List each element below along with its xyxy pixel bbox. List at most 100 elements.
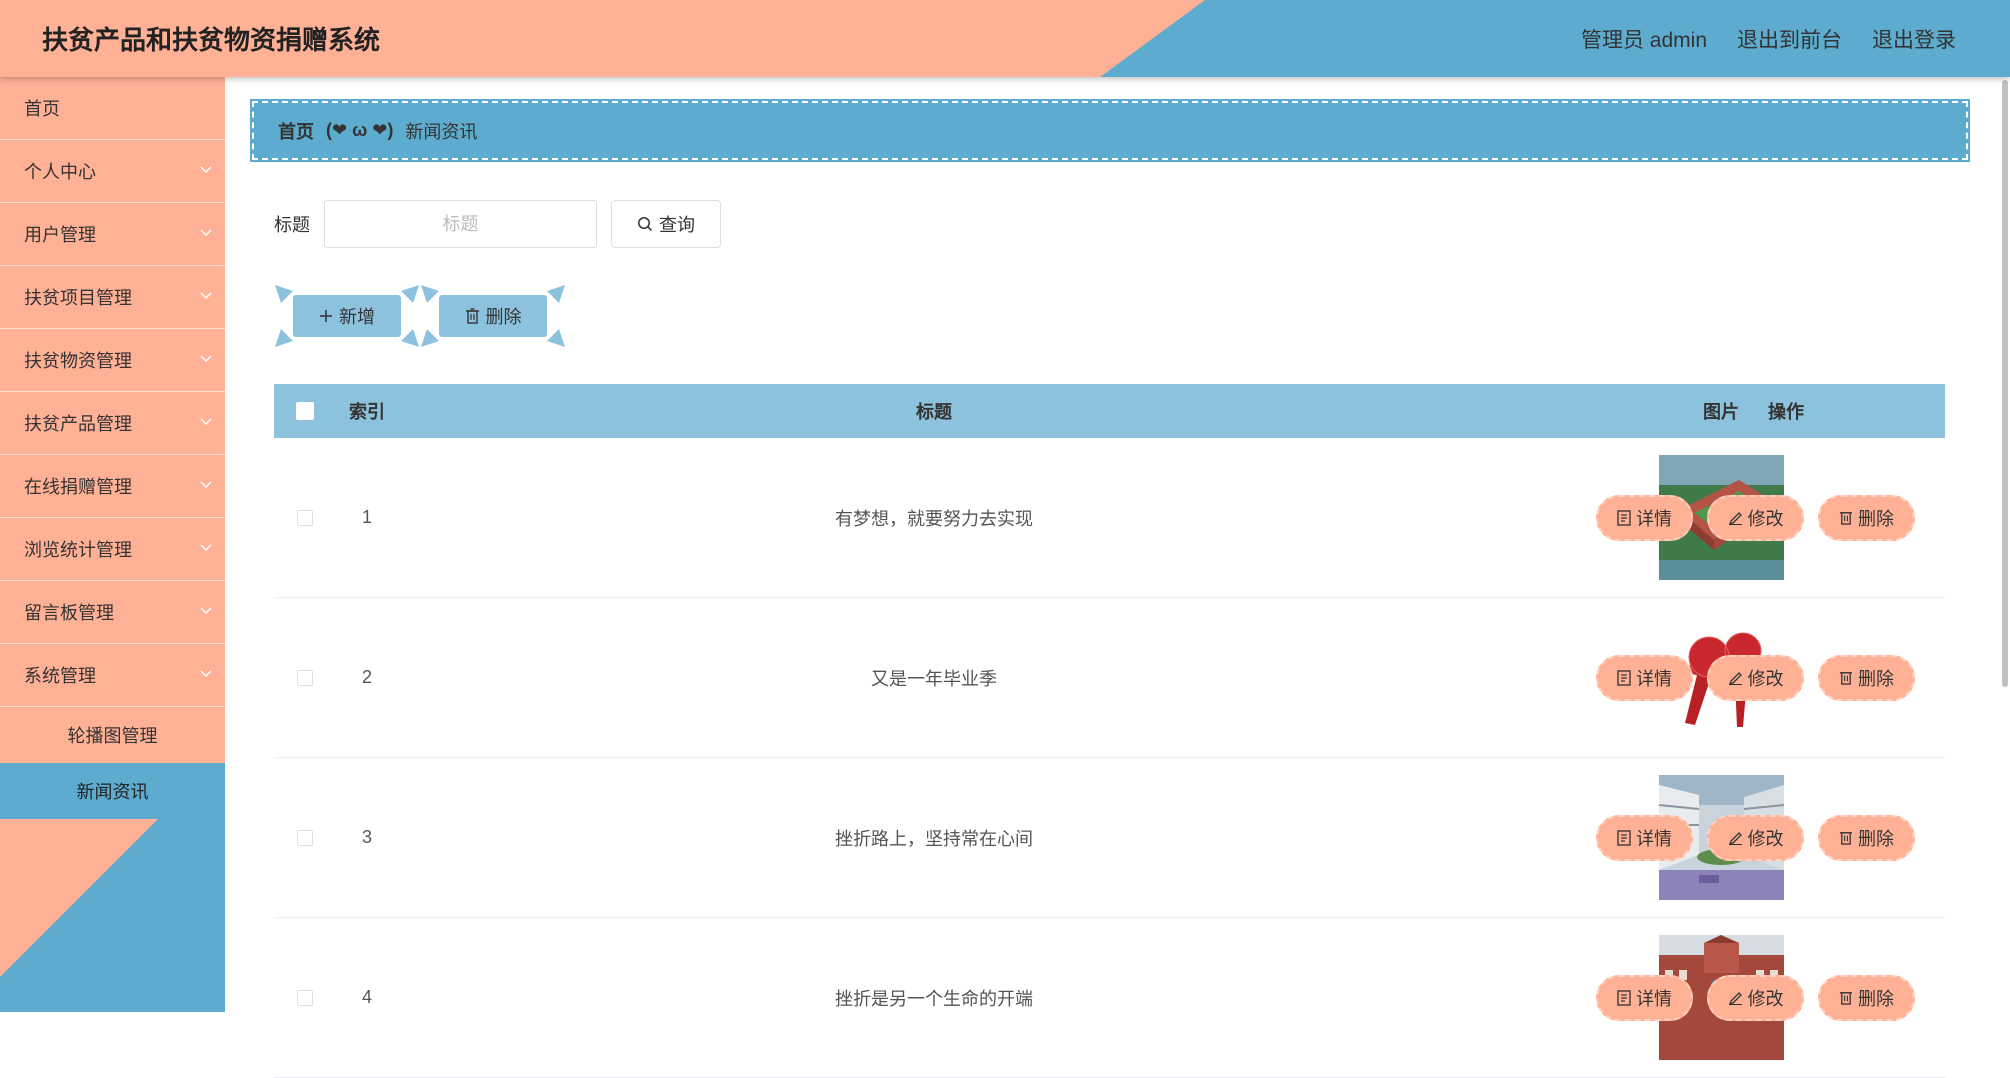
header-index: 索引 [349,402,385,422]
chevron-down-icon [200,607,212,615]
sidebar-item-label: 留言板管理 [24,603,114,623]
delete-button[interactable]: 删除 [1818,654,1915,701]
edit-button[interactable]: 修改 [1707,814,1804,861]
sidebar-item-supplies-management[interactable]: 扶贫物资管理 [0,329,225,392]
news-table: 索引 标题 图片 操作 1 有梦想，就要努力去实现 详情 修改 删除 2 又是一… [274,384,1945,1078]
add-button[interactable]: 新增 [275,285,419,347]
header-operations: 操作 [1768,402,1804,422]
delete-button[interactable]: 删除 [1818,974,1915,1021]
delete-button[interactable]: 删除 [1818,814,1915,861]
sidebar-item-message-board[interactable]: 留言板管理 [0,581,225,644]
row-checkbox-cell [274,758,336,917]
breadcrumb-current: 新闻资讯 [405,121,478,142]
chevron-down-icon [200,418,212,426]
trash-icon [1839,832,1853,845]
header-nav: 管理员 admin 退出到前台 退出登录 [1581,24,1956,54]
corner-decoration-icon [421,329,439,347]
row-index: 2 [361,667,372,687]
sidebar-item-personal-center[interactable]: 个人中心 [0,140,225,203]
top-header: 扶贫产品和扶贫物资捐赠系统 管理员 admin 退出到前台 退出登录 [0,0,2010,77]
row-title: 有梦想，就要努力去实现 [835,508,1033,529]
admin-user-link[interactable]: 管理员 admin [1581,24,1707,54]
row-actions: 详情 修改 删除 [1596,918,1915,1077]
edit-button[interactable]: 修改 [1707,494,1804,541]
corner-decoration-icon [401,285,419,303]
title-search-input[interactable] [324,200,597,248]
sidebar-subitem-news[interactable]: 新闻资讯 [0,763,225,819]
sidebar-item-home[interactable]: 首页 [0,77,225,140]
search-label: 标题 [274,215,310,235]
corner-decoration-icon [547,285,565,303]
delete-button-label: 删除 [1858,988,1894,1009]
edit-pen-icon [1728,832,1742,845]
row-checkbox[interactable] [297,989,313,1006]
logout-link[interactable]: 退出登录 [1872,24,1956,54]
edit-button-label: 修改 [1747,988,1784,1009]
edit-button-label: 修改 [1747,508,1784,529]
row-checkbox[interactable] [297,509,313,526]
chevron-down-icon [200,166,212,174]
row-checkbox[interactable] [297,669,313,686]
row-checkbox-cell [274,438,336,597]
page-scrollbar[interactable] [2002,80,2008,687]
sidebar-item-project-management[interactable]: 扶贫项目管理 [0,266,225,329]
detail-button[interactable]: 详情 [1596,494,1693,541]
detail-button[interactable]: 详情 [1596,974,1693,1021]
document-icon [1617,829,1631,846]
detail-button[interactable]: 详情 [1596,814,1693,861]
table-header: 索引 标题 图片 操作 [274,384,1945,438]
row-index: 3 [361,827,372,847]
row-checkbox[interactable] [297,829,313,846]
batch-delete-button[interactable]: 删除 [421,285,565,347]
row-title: 挫折是另一个生命的开端 [835,988,1033,1009]
add-button-label: 新增 [339,307,375,327]
row-actions: 详情 修改 删除 [1596,758,1915,917]
chevron-down-icon [200,544,212,552]
sidebar-item-label: 扶贫项目管理 [24,288,132,308]
chevron-down-icon [200,229,212,237]
header-checkbox-cell [274,384,336,438]
chevron-down-icon [200,355,212,363]
sidebar-item-donation-management[interactable]: 在线捐赠管理 [0,455,225,518]
sidebar-item-label: 扶贫产品管理 [24,414,132,434]
sidebar-item-label: 系统管理 [24,666,96,686]
sidebar-item-user-management[interactable]: 用户管理 [0,203,225,266]
sidebar-subitem-label: 新闻资讯 [76,782,149,802]
select-all-checkbox[interactable] [296,402,314,420]
detail-button-label: 详情 [1636,668,1672,689]
edit-button[interactable]: 修改 [1707,974,1804,1021]
search-button[interactable]: 查询 [611,200,721,248]
chevron-down-icon [200,481,212,489]
document-icon [1617,669,1631,686]
row-checkbox-cell [274,918,336,1077]
edit-button-label: 修改 [1747,668,1784,689]
edit-pen-icon [1728,512,1742,525]
breadcrumb-home[interactable]: 首页 [278,118,314,144]
sidebar-menu: 首页 个人中心 用户管理 扶贫项目管理 扶贫物资管理 扶贫产品管理 在线捐赠管理… [0,77,225,819]
edit-pen-icon [1728,672,1742,685]
sidebar-item-system-management[interactable]: 系统管理 [0,644,225,707]
back-to-frontend-link[interactable]: 退出到前台 [1737,24,1842,54]
sidebar-item-label: 用户管理 [24,225,96,245]
trash-icon [1839,992,1853,1005]
corner-decoration-icon [275,329,293,347]
plus-icon [320,310,332,322]
sidebar-item-label: 个人中心 [24,162,96,182]
table-row: 4 挫折是另一个生命的开端 详情 修改 删除 [274,918,1945,1078]
detail-button-label: 详情 [1636,828,1672,849]
sidebar-item-label: 扶贫物资管理 [24,351,132,371]
sidebar-item-statistics-management[interactable]: 浏览统计管理 [0,518,225,581]
search-bar: 标题 查询 [274,200,721,248]
sidebar-item-label: 首页 [24,99,60,119]
delete-button[interactable]: 删除 [1818,494,1915,541]
delete-button-label: 删除 [1858,668,1894,689]
sidebar-subitem-carousel[interactable]: 轮播图管理 [0,707,225,763]
sidebar-item-product-management[interactable]: 扶贫产品管理 [0,392,225,455]
edit-button[interactable]: 修改 [1707,654,1804,701]
row-index: 4 [361,987,372,1007]
trash-icon [1839,512,1853,525]
detail-button[interactable]: 详情 [1596,654,1693,701]
delete-button-label: 删除 [1858,508,1894,529]
row-actions: 详情 修改 删除 [1596,598,1915,757]
table-row: 3 挫折路上，坚持常在心间 详情 修改 删除 [274,758,1945,918]
